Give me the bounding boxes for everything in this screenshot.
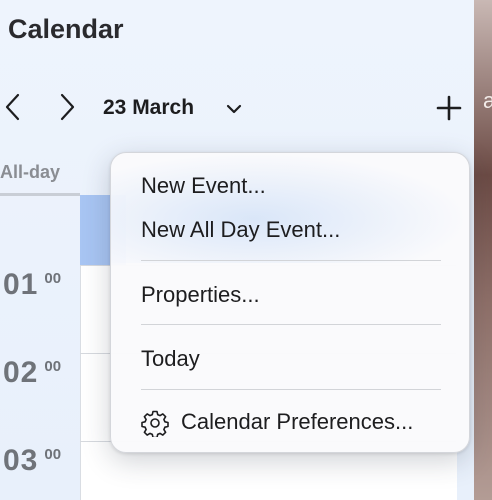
hour-value: 02	[3, 356, 39, 389]
minute-value: 00	[44, 446, 62, 463]
date-dropdown-button[interactable]	[225, 100, 243, 118]
previous-day-button[interactable]	[2, 92, 24, 122]
menu-item-label: Calendar Preferences...	[181, 409, 414, 434]
menu-separator	[141, 389, 441, 390]
minute-value: 00	[44, 270, 62, 287]
context-menu: New Event... New All Day Event... Proper…	[110, 152, 470, 453]
chevron-down-icon	[226, 104, 242, 114]
all-day-divider	[0, 193, 80, 196]
chevron-left-icon	[5, 93, 20, 121]
background-window-edge: a	[474, 0, 492, 500]
gear-icon	[141, 410, 169, 437]
all-day-label: All-day	[0, 162, 61, 182]
add-event-button[interactable]	[436, 95, 462, 121]
menu-separator	[141, 324, 441, 325]
hour-label-03: 03 00	[3, 444, 61, 478]
date-label[interactable]: 23 March	[103, 96, 194, 120]
hour-value: 03	[3, 444, 39, 477]
page-title: Calendar	[8, 14, 124, 44]
hour-value: 01	[3, 268, 39, 301]
menu-highlight	[111, 153, 469, 263]
hour-label-02: 02 00	[3, 356, 61, 390]
hour-label-01: 01 00	[3, 268, 61, 302]
menu-item-today[interactable]: Today	[141, 346, 200, 372]
next-day-button[interactable]	[56, 92, 78, 122]
menu-item-new-all-day-event[interactable]: New All Day Event...	[141, 217, 340, 243]
menu-item-properties[interactable]: Properties...	[141, 282, 260, 308]
chevron-right-icon	[60, 93, 75, 121]
menu-separator	[141, 260, 441, 261]
background-window-text: a	[483, 88, 492, 113]
plus-icon	[436, 95, 462, 121]
menu-item-new-event[interactable]: New Event...	[141, 173, 266, 199]
minute-value: 00	[44, 358, 62, 375]
